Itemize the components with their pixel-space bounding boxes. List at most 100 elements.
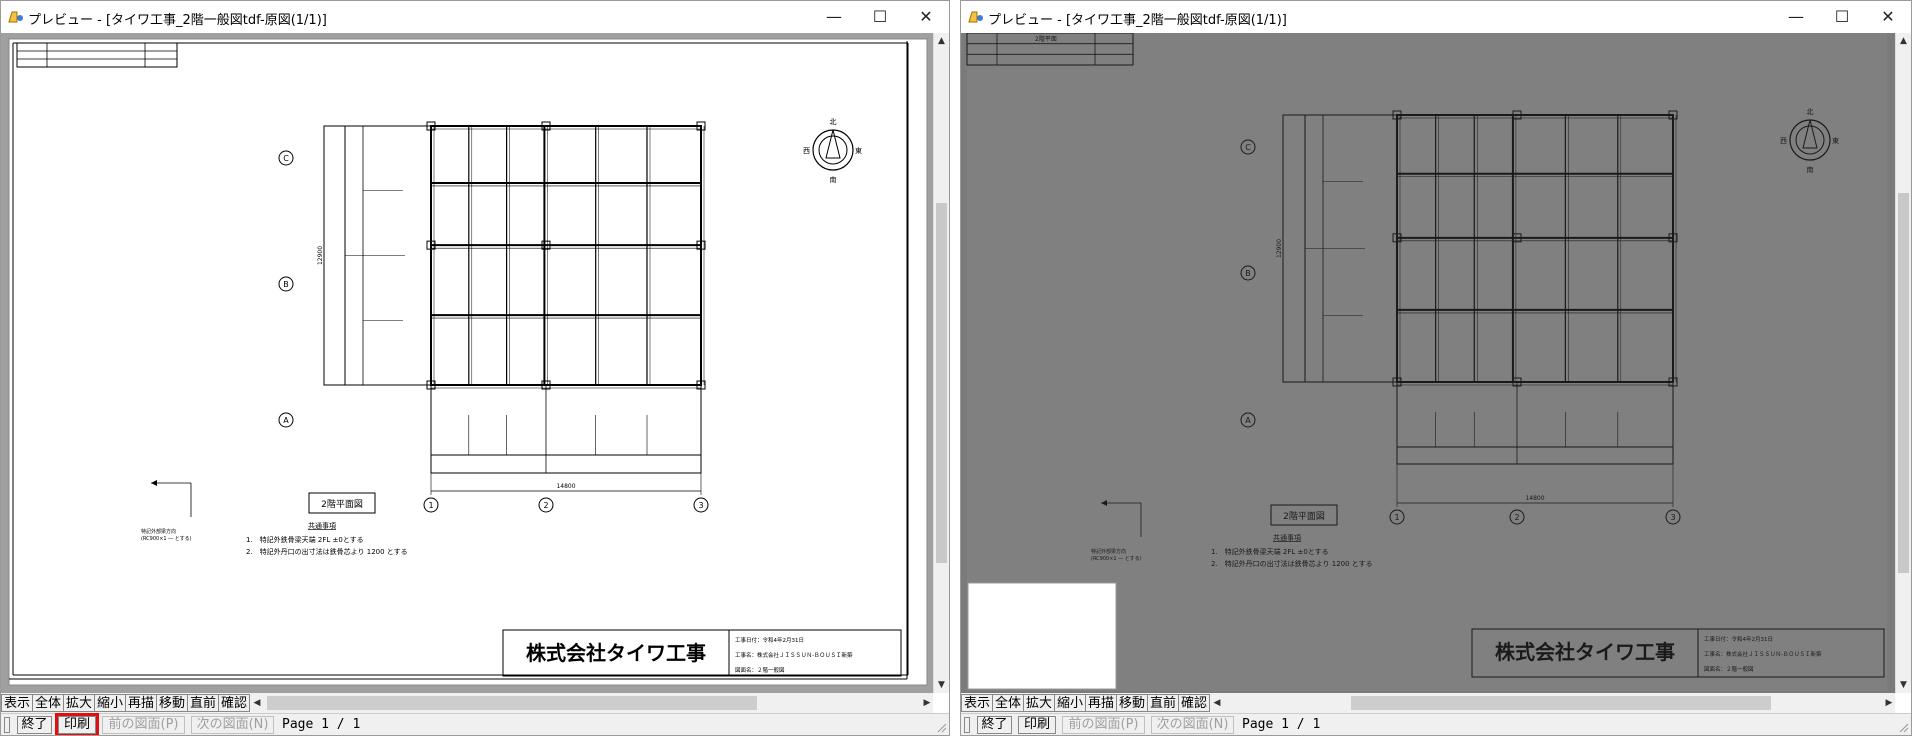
app-icon (8, 11, 23, 23)
scroll-right-arrow[interactable]: ▶ (921, 696, 933, 710)
maximize-button[interactable]: ☐ (857, 4, 903, 30)
toolbar-zoom-out-button[interactable]: 縮小 (94, 694, 127, 712)
print-button[interactable]: 印刷 (55, 713, 99, 735)
company-name: 株式会社タイワ工事 (1495, 640, 1675, 664)
preview-window-left: プレビュー - [タイワ工事_2階一般図tdf-原図(1/1)] — ☐ ✕ C… (0, 0, 950, 736)
minimize-button[interactable]: — (1773, 4, 1819, 30)
bar-grip (964, 717, 970, 733)
compass-south: 南 (1807, 165, 1814, 174)
toolbar-display-button[interactable]: 表示 (961, 694, 994, 712)
grid-col-label: 3 (1670, 513, 1675, 522)
title-bar[interactable]: プレビュー - [タイワ工事_2階一般図tdf-原図(1/1)] — ☐ ✕ (1, 1, 949, 33)
exit-button[interactable]: 終了 (977, 716, 1012, 734)
plan-title: 2階平面図 (321, 499, 363, 510)
grid-row-label: C (283, 154, 289, 163)
hscroll-thumb[interactable] (1351, 696, 1771, 710)
view-toolbar: 表示 全体 拡大 縮小 再描 移動 直前 確認 ◀ ▶ (961, 693, 1895, 713)
compass-east: 東 (855, 146, 862, 155)
preview-canvas[interactable]: 2階平面 C B A 12900 14800 1 2 3 2階平面図 共通事項 1. 特記外鉄骨梁天端… (961, 33, 1895, 693)
toolbar-fit-button[interactable]: 全体 (32, 694, 65, 712)
next-drawing-button[interactable]: 次の図面(N) (1151, 716, 1234, 734)
note-line: 1. 特記外鉄骨梁天端 2FL ±0とする (1211, 547, 1329, 556)
grid-row-label: A (1245, 416, 1251, 425)
scroll-left-arrow[interactable]: ◀ (251, 696, 263, 710)
title-block-line: 図面名：２階一般図 (735, 666, 785, 674)
grid-col-label: 3 (698, 501, 703, 510)
scroll-left-arrow[interactable]: ◀ (1211, 696, 1223, 710)
grid-col-label: 2 (543, 501, 548, 510)
hscroll-thumb[interactable] (267, 696, 757, 710)
title-block-line: 図面名：２階一般図 (1704, 665, 1754, 673)
scroll-up-arrow[interactable]: ▲ (934, 33, 949, 49)
resize-grip-icon[interactable] (1899, 723, 1909, 733)
arrow-note-text: 特記外部梁方向 (141, 528, 176, 535)
minimize-button[interactable]: — (811, 4, 857, 30)
horizontal-dimension: 14800 (1525, 495, 1544, 502)
compass-north: 北 (1807, 108, 1814, 116)
grid-col-label: 1 (428, 501, 433, 510)
scroll-down-arrow[interactable]: ▼ (1896, 677, 1911, 693)
toolbar-zoom-in-button[interactable]: 拡大 (1023, 694, 1056, 712)
toolbar-previous-view-button[interactable]: 直前 (1147, 694, 1180, 712)
exit-button[interactable]: 終了 (17, 716, 52, 734)
prev-drawing-button[interactable]: 前の図面(P) (1062, 716, 1145, 734)
compass-west: 西 (803, 147, 810, 155)
toolbar-pan-button[interactable]: 移動 (1116, 694, 1149, 712)
vertical-scrollbar[interactable]: ▲ ▼ (1895, 33, 1911, 693)
scroll-thumb[interactable] (1898, 193, 1909, 573)
note-line: 1. 特記外鉄骨梁天端 2FL ±0とする (246, 535, 364, 544)
horizontal-scrollbar[interactable]: ◀ ▶ (1211, 693, 1895, 713)
compass-east: 東 (1832, 136, 1839, 145)
toolbar-redraw-button[interactable]: 再描 (125, 694, 158, 712)
horizontal-scrollbar[interactable]: ◀ ▶ (251, 693, 933, 713)
arrow-note-text: 特記外部梁方向 (1091, 548, 1126, 555)
toolbar-zoom-out-button[interactable]: 縮小 (1054, 694, 1087, 712)
toolbar-fit-button[interactable]: 全体 (992, 694, 1025, 712)
compass-north: 北 (830, 118, 837, 126)
company-name: 株式会社タイワ工事 (526, 641, 706, 665)
toolbar-confirm-button[interactable]: 確認 (1178, 694, 1211, 712)
scroll-down-arrow[interactable]: ▼ (934, 677, 949, 693)
grid-row-label: B (283, 280, 289, 289)
notes-title: 共通事項 (308, 521, 336, 530)
grid-col-label: 2 (1514, 513, 1519, 522)
window-title: プレビュー - [タイワ工事_2階一般図tdf-原図(1/1)] (988, 13, 1287, 28)
window-title: プレビュー - [タイワ工事_2階一般図tdf-原図(1/1)] (28, 13, 327, 28)
scroll-up-arrow[interactable]: ▲ (1896, 33, 1911, 49)
note-line: 2. 特記外丹口の出寸法は鉄骨芯より 1200 とする (246, 547, 408, 556)
paper-sheet (8, 38, 928, 686)
view-toolbar: 表示 全体 拡大 縮小 再描 移動 直前 確認 ◀ ▶ (1, 693, 933, 713)
next-drawing-button[interactable]: 次の図面(N) (191, 716, 274, 734)
window-gap (950, 0, 960, 736)
toolbar-redraw-button[interactable]: 再描 (1085, 694, 1118, 712)
title-bar[interactable]: プレビュー - [タイワ工事_2階一般図tdf-原図(1/1)] — ☐ ✕ (961, 1, 1911, 33)
title-block-line: 工事名：株式会社ＪＩＳＳＵＮ-ＢＯＵＳＩ新築 (1704, 650, 1822, 658)
bottom-bar: 終了 印刷 前の図面(P) 次の図面(N) Page 1 / 1 (961, 713, 1911, 735)
toolbar-confirm-button[interactable]: 確認 (218, 694, 251, 712)
toolbar-pan-button[interactable]: 移動 (156, 694, 189, 712)
title-block-line: 工事日付：令和4年2月31日 (1704, 635, 1773, 643)
toolbar-zoom-in-button[interactable]: 拡大 (63, 694, 96, 712)
vertical-scrollbar[interactable]: ▲ ▼ (933, 33, 949, 693)
prev-drawing-button[interactable]: 前の図面(P) (102, 716, 185, 734)
print-button[interactable]: 印刷 (1018, 716, 1056, 734)
grid-col-label: 1 (1394, 513, 1399, 522)
scroll-right-arrow[interactable]: ▶ (1883, 696, 1895, 710)
drawing-sheet: 2階平面 C B A 12900 14800 1 2 3 2階平面図共通事項 1. 特記外鉄骨梁天端… (966, 33, 1887, 691)
app-icon (968, 11, 983, 23)
title-block-line: 工事日付：令和4年2月31日 (735, 636, 804, 644)
close-button[interactable]: ✕ (1865, 4, 1911, 30)
toolbar-display-button[interactable]: 表示 (1, 694, 34, 712)
close-button[interactable]: ✕ (903, 4, 949, 30)
maximize-button[interactable]: ☐ (1819, 4, 1865, 30)
preview-canvas[interactable]: C B A 12900 14800 1 2 3 2階平面図 共通事項 1. 特記外鉄骨梁天端 2FL… (1, 33, 933, 693)
preview-window-right: プレビュー - [タイワ工事_2階一般図tdf-原図(1/1)] — ☐ ✕ 2… (960, 0, 1912, 736)
note-line: 2. 特記外丹口の出寸法は鉄骨芯より 1200 とする (1211, 559, 1373, 568)
compass-south: 南 (830, 175, 837, 184)
resize-grip-icon[interactable] (937, 723, 947, 733)
page-indicator: Page 1 / 1 (1242, 717, 1321, 732)
scroll-thumb[interactable] (936, 203, 947, 563)
arrow-note-text: (RC900×1 ― とする) (1091, 556, 1142, 562)
toolbar-previous-view-button[interactable]: 直前 (187, 694, 220, 712)
drawing-sheet: C B A 12900 14800 1 2 3 2階平面図共通事項 1. 特記外鉄骨梁天端 2FL… (8, 38, 928, 686)
